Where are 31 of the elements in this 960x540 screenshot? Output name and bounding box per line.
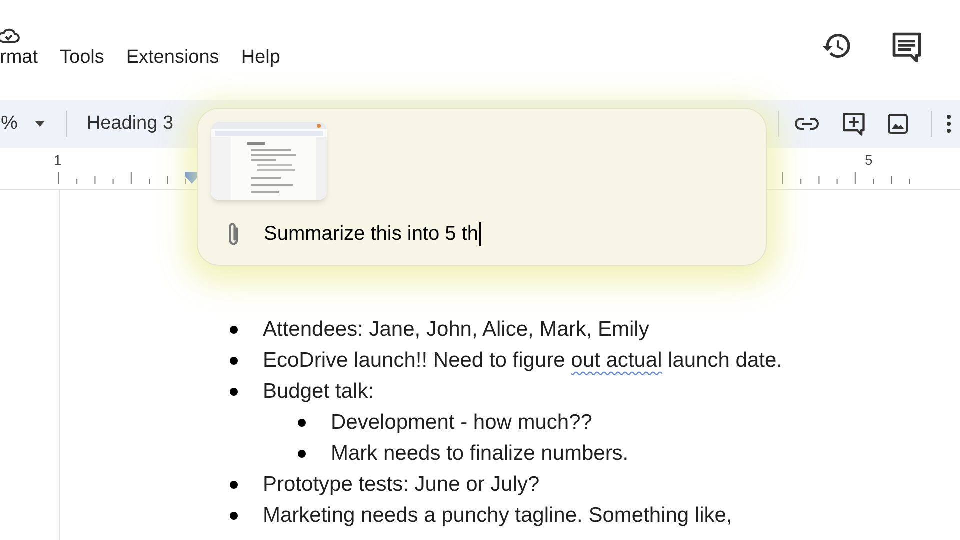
indent-marker-icon[interactable]	[185, 172, 199, 184]
list-item: EcoDrive launch!! Need to figure out actual launch date.	[263, 348, 783, 374]
bullet-icon	[230, 356, 238, 364]
caret-icon[interactable]	[34, 120, 46, 128]
menu-item[interactable]: Tools	[60, 44, 104, 72]
bullet-icon	[298, 450, 306, 458]
menu-item[interactable]: rmat	[0, 44, 38, 72]
comment-icon[interactable]	[890, 30, 924, 64]
ruler-number: 1	[54, 151, 62, 170]
zoom-selector[interactable]: %	[1, 110, 18, 138]
bullet-icon	[230, 388, 238, 396]
bullet-icon	[298, 418, 306, 426]
more-icon[interactable]	[946, 114, 952, 134]
menu-item[interactable]: Extensions	[126, 44, 220, 72]
bullet-icon	[230, 480, 238, 488]
bullet-icon	[230, 326, 238, 334]
list-item: Development - how much??	[331, 410, 592, 436]
link-icon[interactable]	[795, 117, 819, 131]
list-item: Mark needs to finalize numbers.	[331, 440, 629, 467]
add-comment-icon[interactable]	[841, 111, 867, 137]
list-item: Marketing needs a punchy tagline. Something like,	[263, 502, 732, 529]
style-selector[interactable]: Heading 3	[86, 110, 174, 138]
list-item: Attendees: Jane, John, Alice, Mark, Emily	[263, 316, 650, 343]
prompt-input[interactable]: Summarize this into 5 th	[264, 219, 481, 249]
image-icon[interactable]	[887, 113, 909, 135]
cloud-check-icon[interactable]	[0, 26, 20, 46]
list-item: Budget talk:	[263, 378, 374, 405]
menu-item[interactable]: Help	[241, 44, 280, 72]
bullet-icon	[230, 512, 238, 520]
ruler-number: 5	[865, 151, 873, 170]
list-item: Prototype tests: June or July?	[263, 472, 540, 498]
